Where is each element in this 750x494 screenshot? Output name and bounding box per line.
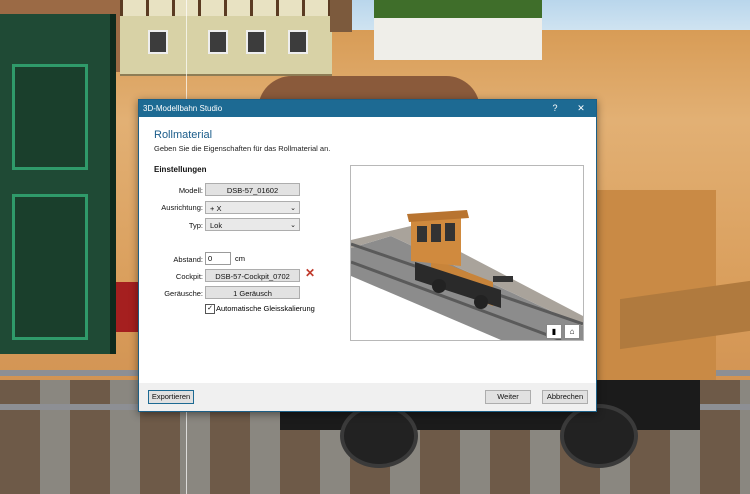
title-bar: 3D-Modellbahn Studio ? ✕ (139, 100, 596, 117)
chevron-down-icon: ⌄ (290, 222, 296, 229)
window-title: 3D-Modellbahn Studio (143, 104, 223, 113)
typ-value: Lok (210, 221, 223, 230)
auto-scale-label: Automatische Gleisskalierung (216, 304, 315, 313)
geraeusche-label: Geräusche: (164, 289, 203, 298)
section-title-settings: Einstellungen (154, 165, 207, 174)
geraeusche-button[interactable]: 1 Geräusch (205, 286, 300, 299)
dialog-content: Rollmaterial Geben Sie die Eigenschaften… (139, 117, 596, 383)
model-preview[interactable]: ▮ ⌂ (350, 165, 584, 341)
snowplow-vehicle (596, 190, 716, 380)
view-toggle-icon[interactable]: ▮ (546, 324, 562, 339)
next-button[interactable]: Weiter (485, 390, 531, 404)
typ-select[interactable]: Lok ⌄ (205, 218, 300, 231)
ausrichtung-value: + X (210, 204, 222, 213)
modell-label: Modell: (178, 186, 203, 195)
page-subtitle: Geben Sie die Eigenschaften für das Roll… (154, 144, 331, 153)
ausrichtung-label: Ausrichtung: (161, 203, 203, 212)
home-icon[interactable]: ⌂ (564, 324, 580, 339)
chevron-down-icon: ⌄ (290, 205, 296, 212)
modell-button[interactable]: DSB-57_01602 (205, 183, 300, 196)
export-button[interactable]: Exportieren (148, 390, 194, 404)
dialog-footer: Exportieren Weiter Abbrechen (139, 383, 596, 411)
cockpit-label: Cockpit: (175, 272, 203, 281)
abstand-label: Abstand: (173, 255, 203, 264)
remove-cockpit-icon[interactable]: ✕ (305, 266, 315, 280)
close-button[interactable]: ✕ (570, 100, 592, 117)
building-roof (374, 0, 542, 18)
building-timber-frame (120, 0, 332, 16)
building-post (330, 0, 352, 32)
wagon-panel (12, 194, 88, 340)
wagon-panel (12, 64, 88, 170)
window (148, 30, 168, 54)
window (208, 30, 228, 54)
wheel (560, 404, 638, 468)
cockpit-button[interactable]: DSB-57-Cockpit_0702 (205, 269, 300, 282)
typ-label: Typ: (188, 221, 203, 230)
green-wagon (0, 14, 116, 354)
page-title: Rollmaterial (154, 129, 213, 141)
locomotive-preview-image (351, 210, 583, 340)
abstand-unit: cm (235, 254, 245, 263)
window (246, 30, 266, 54)
ausrichtung-select[interactable]: + X ⌄ (205, 201, 300, 214)
wheel (340, 404, 418, 468)
auto-scale-checkbox[interactable]: ✓ (205, 304, 215, 314)
rollmaterial-dialog: 3D-Modellbahn Studio ? ✕ Rollmaterial Ge… (138, 99, 597, 412)
cancel-button[interactable]: Abbrechen (542, 390, 588, 404)
window (288, 30, 308, 54)
abstand-input[interactable]: 0 (205, 252, 231, 265)
help-button[interactable]: ? (544, 100, 566, 117)
